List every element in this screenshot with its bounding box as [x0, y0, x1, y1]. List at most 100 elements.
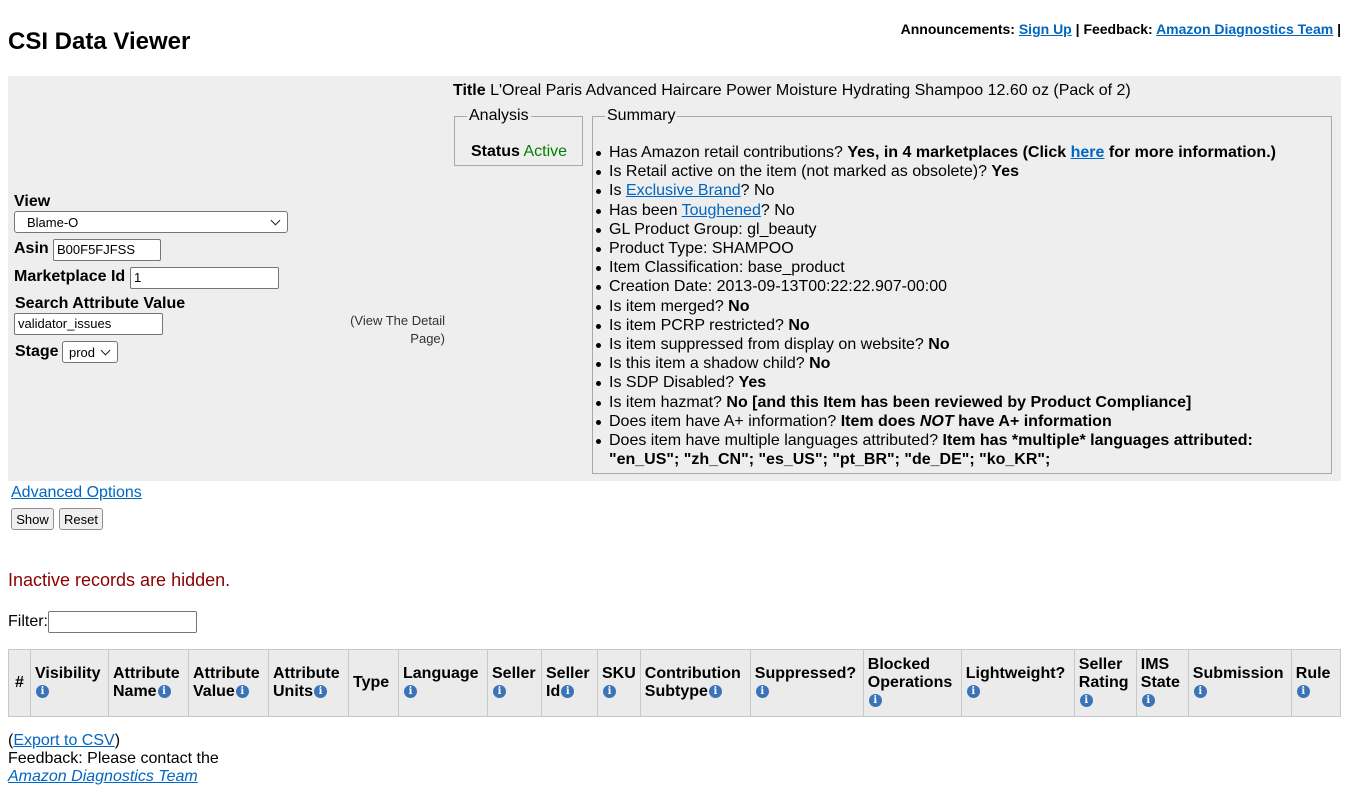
status-label: Status: [471, 143, 520, 160]
toughened-link[interactable]: Toughened: [682, 202, 761, 219]
col-visibility[interactable]: Visibility i: [30, 649, 109, 717]
summary-item-classification: Item Classification: base_product: [593, 258, 1283, 277]
summary-item-aplus: Does item have A+ information? Item does…: [593, 412, 1283, 431]
info-icon[interactable]: i: [1141, 694, 1155, 708]
top-links: Announcements: Sign Up | Feedback: Amazo…: [901, 21, 1341, 37]
stage-label: Stage: [15, 343, 59, 360]
info-icon[interactable]: i: [1079, 694, 1093, 708]
info-icon[interactable]: i: [708, 685, 722, 699]
info-icon[interactable]: i: [1296, 685, 1310, 699]
col-language[interactable]: Language i: [398, 649, 488, 717]
item-title: Title L'Oreal Paris Advanced Haircare Po…: [453, 82, 1131, 100]
col-attribute-units[interactable]: Attribute Units i: [268, 649, 349, 717]
col-seller[interactable]: Seller i: [487, 649, 542, 717]
filter-input[interactable]: [48, 611, 197, 633]
col-sku[interactable]: SKU i: [597, 649, 641, 717]
inactive-records-notice: Inactive records are hidden.: [8, 570, 231, 590]
summary-item-creation-date: Creation Date: 2013-09-13T00:22:22.907-0…: [593, 277, 1283, 296]
summary-item-languages: Does item have multiple languages attrib…: [593, 431, 1283, 469]
analysis-box: Analysis Status Active: [454, 107, 583, 166]
summary-item-gl: GL Product Group: gl_beauty: [593, 220, 1283, 239]
col-suppressed[interactable]: Suppressed? i: [749, 649, 864, 717]
view-select-value: Blame-O: [27, 214, 79, 230]
info-icon[interactable]: i: [603, 685, 616, 699]
info-icon[interactable]: i: [561, 685, 575, 699]
info-icon[interactable]: i: [314, 685, 327, 699]
marketplace-input[interactable]: 1: [130, 267, 279, 289]
info-icon[interactable]: i: [1193, 685, 1207, 699]
info-icon[interactable]: i: [157, 685, 171, 699]
info-icon[interactable]: i: [493, 685, 506, 699]
info-icon[interactable]: i: [966, 685, 980, 699]
title-value: L'Oreal Paris Advanced Haircare Power Mo…: [490, 82, 1131, 99]
page-title: CSI Data Viewer: [8, 28, 191, 55]
export-row: (Export to CSV): [8, 732, 121, 749]
summary-item-retail: Has Amazon retail contributions? Yes, in…: [593, 143, 1283, 162]
summary-item-shadow-child: Is this item a shadow child? No: [593, 354, 1283, 373]
col-type[interactable]: Type: [348, 649, 399, 717]
col-submission[interactable]: Submission i: [1187, 649, 1292, 717]
asin-label: Asin: [14, 240, 49, 257]
footer: (Export to CSV) Feedback: Please contact…: [8, 732, 219, 786]
summary-item-pcrp: Is item PCRP restricted? No: [593, 316, 1283, 335]
feedback-label: Feedback:: [1083, 21, 1153, 37]
col-attribute-name[interactable]: Attribute Name i: [108, 649, 189, 717]
summary-legend: Summary: [607, 107, 676, 124]
summary-item-merged: Is item merged? No: [593, 297, 1283, 316]
col-rule[interactable]: Rule i: [1290, 649, 1342, 717]
info-icon[interactable]: i: [755, 685, 769, 699]
summary-item-suppressed: Is item suppressed from display on websi…: [593, 335, 1283, 354]
col-lightweight[interactable]: Lightweight? i: [960, 649, 1075, 717]
col-number[interactable]: #: [8, 649, 31, 717]
info-icon[interactable]: i: [404, 685, 417, 699]
summary-item-sdp: Is SDP Disabled? Yes: [593, 373, 1283, 392]
stage-select-value: prod: [69, 344, 96, 360]
sign-up-link[interactable]: Sign Up: [1019, 21, 1072, 37]
table-header-row: # Visibility i Attribute Name i Attribute Va…: [8, 649, 1342, 717]
status-value: Active: [523, 143, 568, 160]
stage-select[interactable]: prod: [62, 341, 118, 363]
title-label: Title: [453, 82, 486, 99]
col-contribution-subtype[interactable]: Contribution Subtype i: [639, 649, 751, 717]
analysis-legend: Analysis: [469, 107, 529, 124]
summary-box: Summary Has Amazon retail contributions?…: [592, 107, 1332, 474]
info-icon[interactable]: i: [868, 694, 882, 708]
summary-item-retail-active: Is Retail active on the item (not marked…: [593, 162, 1283, 181]
diagnostics-team-link[interactable]: Amazon Diagnostics Team: [1156, 21, 1333, 37]
search-attribute-input[interactable]: validator_issues: [14, 313, 163, 335]
footer-feedback-text: Feedback: Please contact the: [8, 750, 219, 767]
retail-here-link[interactable]: here: [1071, 144, 1105, 161]
summary-item-product-type: Product Type: SHAMPOO: [593, 239, 1283, 258]
summary-item-hazmat: Is item hazmat? No [and this Item has be…: [593, 393, 1283, 412]
asin-input[interactable]: B00F5FJFSS: [53, 239, 161, 261]
export-csv-link[interactable]: Export to CSV: [13, 732, 114, 749]
exclusive-brand-link[interactable]: Exclusive Brand: [626, 182, 741, 199]
view-label: View: [14, 193, 51, 210]
records-table: # Visibility i Attribute Name i Attribute Va…: [8, 649, 1342, 717]
separator: |: [1075, 21, 1080, 37]
view-select[interactable]: Blame-O: [14, 211, 288, 233]
show-button[interactable]: Show: [11, 508, 54, 530]
info-icon[interactable]: i: [36, 685, 49, 699]
separator: |: [1337, 21, 1341, 37]
chevron-down-icon: [100, 345, 111, 355]
marketplace-label: Marketplace Id: [14, 268, 126, 285]
announcements-label: Announcements:: [900, 21, 1015, 37]
filter-label: Filter:: [8, 613, 48, 630]
summary-item-toughened: Has been Toughened? No: [593, 201, 1283, 220]
summary-item-exclusive-brand: Is Exclusive Brand? No: [593, 181, 1283, 200]
status-row: Status Active: [471, 143, 567, 161]
search-panel: View Blame-O Asin B00F5FJFSS Marketplace…: [8, 76, 1341, 481]
view-detail-page-link[interactable]: (View The Detail Page): [338, 312, 445, 348]
col-ims-state[interactable]: IMS State i: [1135, 649, 1189, 717]
col-attribute-value[interactable]: Attribute Value i: [188, 649, 269, 717]
advanced-options-link[interactable]: Advanced Options: [11, 484, 142, 502]
footer-diagnostics-team-link[interactable]: Amazon Diagnostics Team: [8, 768, 198, 785]
search-attribute-label: Search Attribute Value: [15, 295, 186, 312]
col-seller-rating[interactable]: Seller Rating i: [1073, 649, 1137, 717]
reset-button[interactable]: Reset: [59, 508, 103, 530]
info-icon[interactable]: i: [235, 685, 249, 699]
col-blocked-operations[interactable]: Blocked Operations i: [862, 649, 962, 717]
col-seller-id[interactable]: Seller Id i: [541, 649, 598, 717]
chevron-down-icon: [270, 215, 281, 225]
